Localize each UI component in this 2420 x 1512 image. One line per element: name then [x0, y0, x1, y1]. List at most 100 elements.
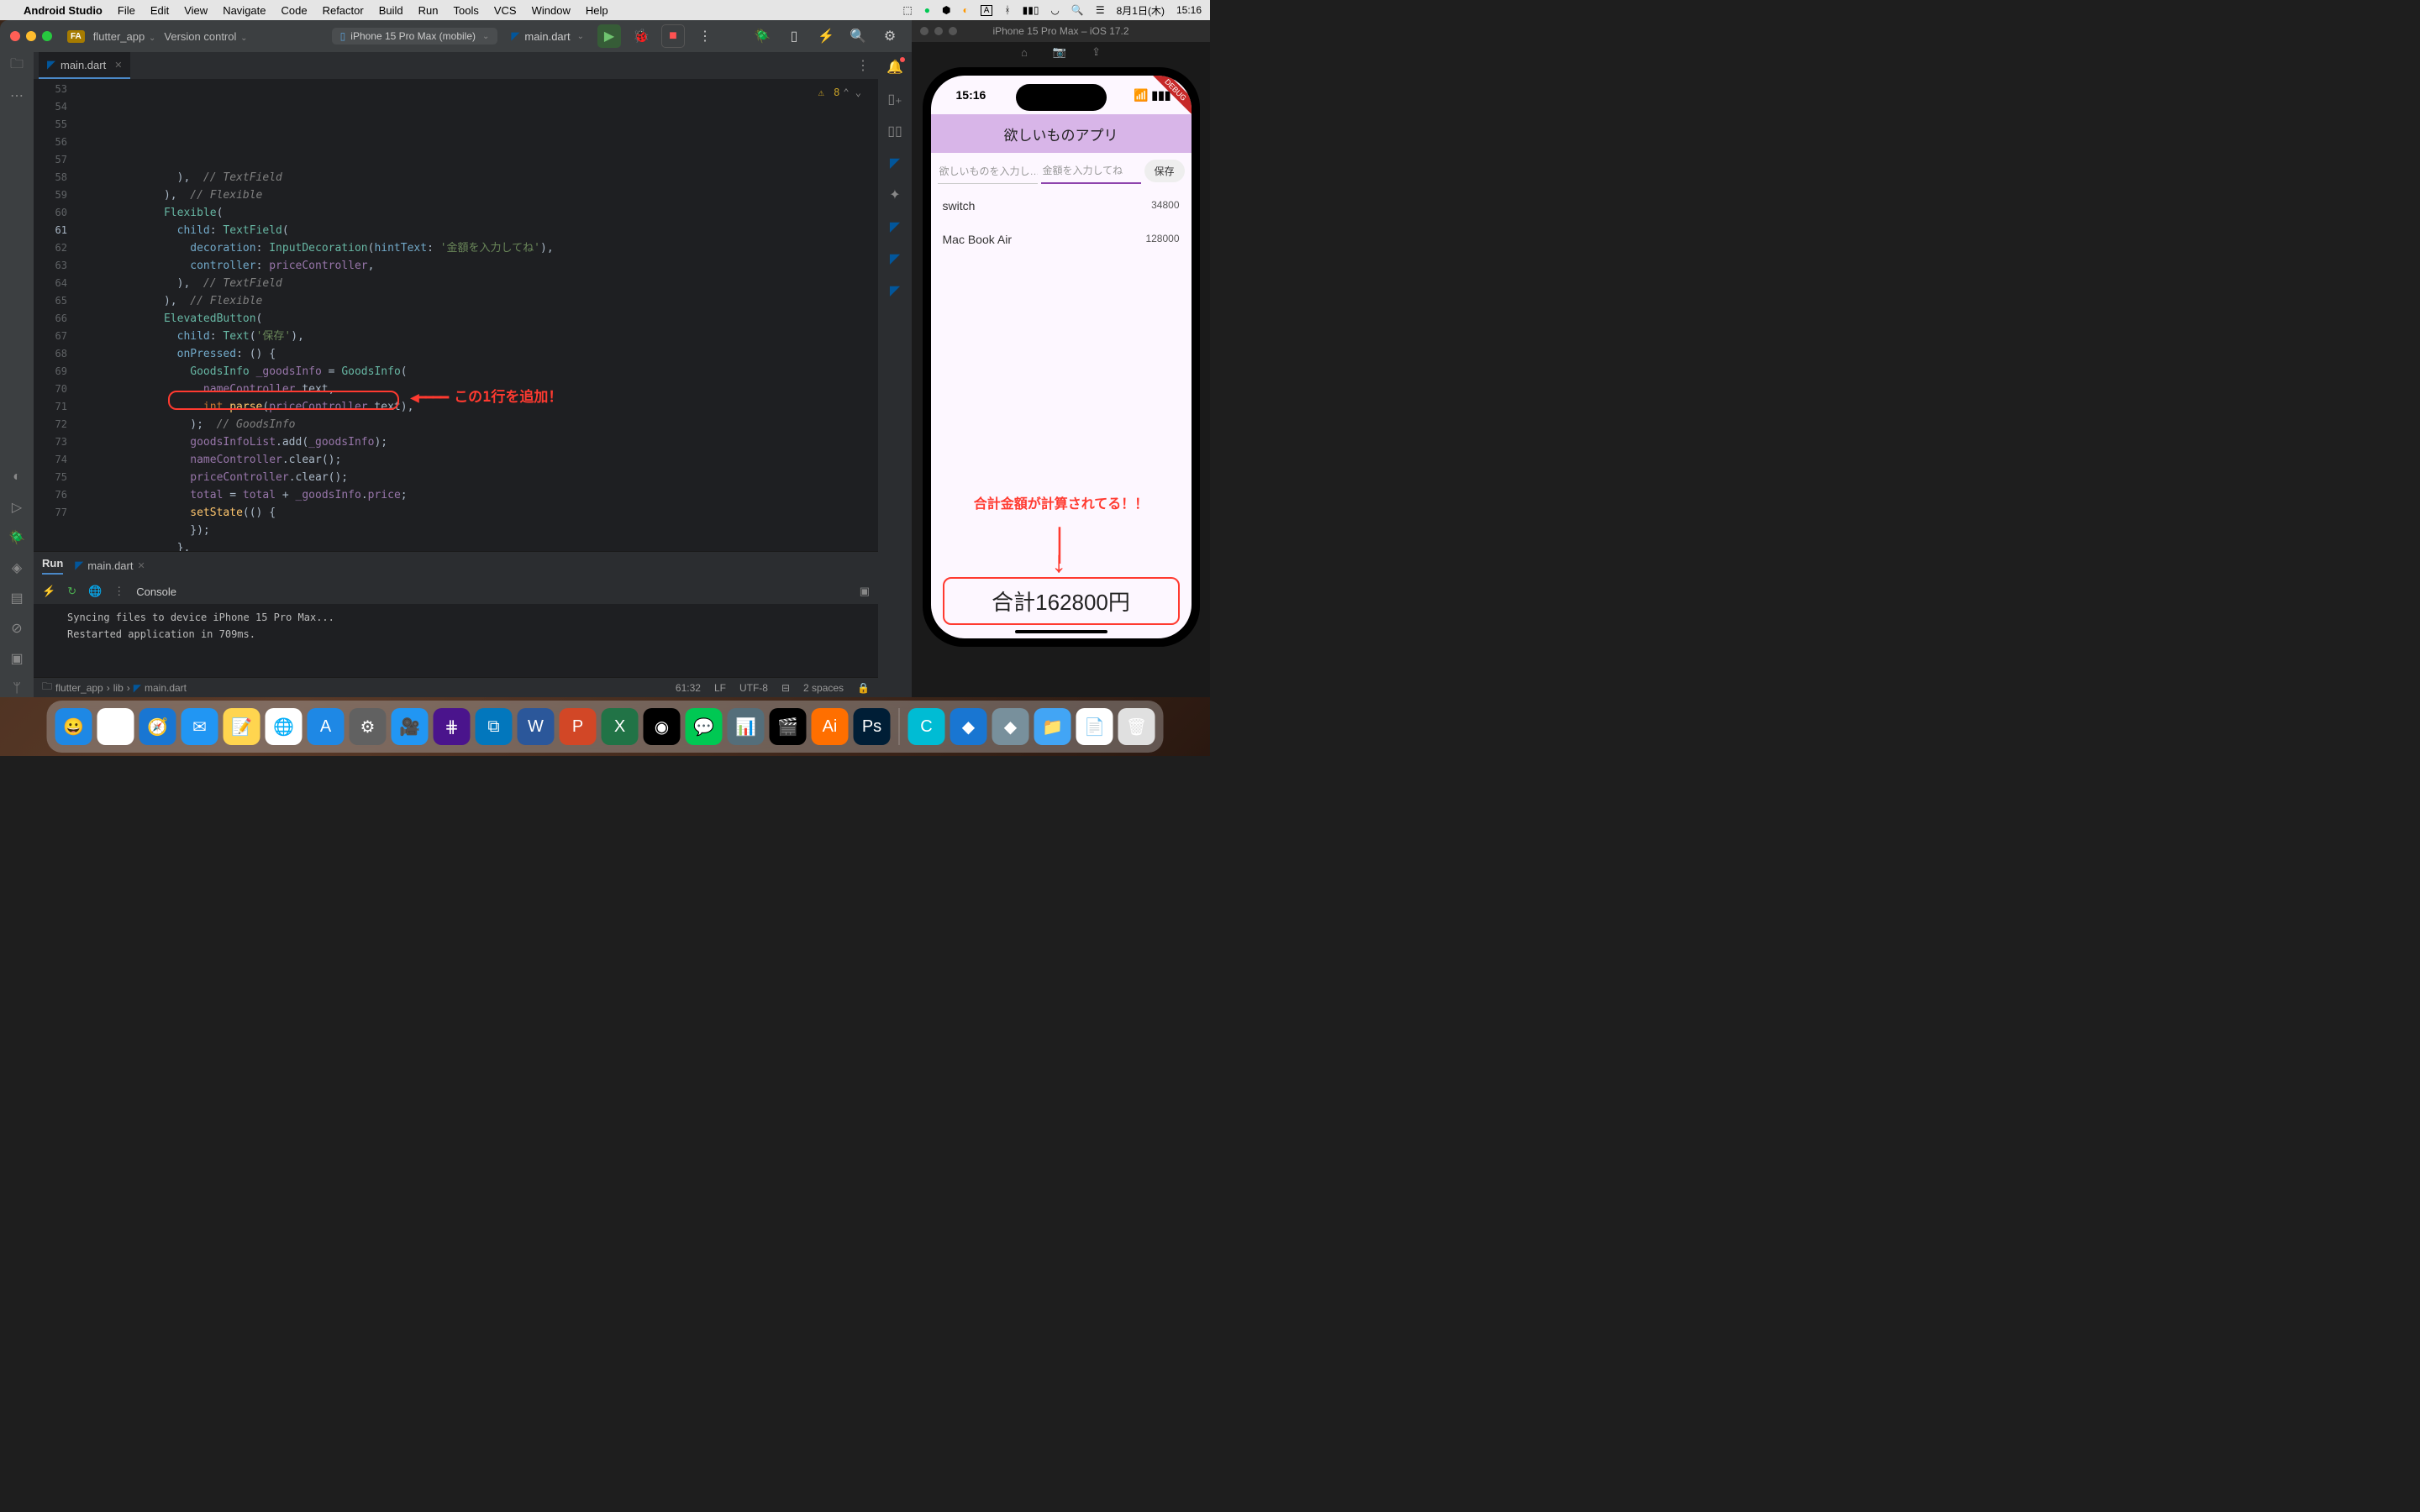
close-tab-icon[interactable]: ✕	[114, 60, 122, 71]
breadcrumbs[interactable]: 🗀flutter_app› lib› ◤main.dart	[42, 679, 187, 696]
flutter-devtools-icon[interactable]: ◤	[890, 282, 900, 299]
dock-app[interactable]: 📊	[728, 708, 765, 745]
more-tool-icon[interactable]: ⋯	[8, 87, 25, 104]
dock-app[interactable]: W	[518, 708, 555, 745]
flutter-outline-icon[interactable]: ◤	[890, 155, 900, 171]
running-devices-icon[interactable]: ▯▯	[887, 123, 902, 139]
dock-app[interactable]: ▦	[97, 708, 134, 745]
dock-app[interactable]: X	[602, 708, 639, 745]
run-tab[interactable]: Run	[42, 557, 63, 575]
name-input[interactable]: 欲しいものを入力し…	[938, 159, 1038, 184]
dock-app[interactable]: ⋕	[434, 708, 471, 745]
battery-icon[interactable]: ▮▮▯	[1023, 4, 1039, 16]
dock-app[interactable]: 📁	[1034, 708, 1071, 745]
menu-refactor[interactable]: Refactor	[323, 4, 364, 17]
menu-code[interactable]: Code	[281, 4, 308, 17]
run-file-chip[interactable]: ◤ main.dart ✕	[75, 559, 145, 572]
input-icon[interactable]: A	[981, 5, 993, 16]
menu-edit[interactable]: Edit	[150, 4, 169, 17]
flutter-perf-icon[interactable]: ◤	[890, 250, 900, 267]
encoding[interactable]: UTF-8	[739, 682, 768, 694]
project-tool-icon[interactable]: 🗀	[8, 57, 25, 74]
dock-app[interactable]: ⧉	[476, 708, 513, 745]
dock-app[interactable]: ⚙	[350, 708, 387, 745]
device-manager-icon[interactable]: ▯₊	[887, 91, 902, 108]
vcs-icon[interactable]: ᛘ	[8, 680, 25, 697]
commit-icon[interactable]: ◐	[8, 469, 25, 486]
save-button[interactable]: 保存	[1144, 160, 1185, 182]
dock-app[interactable]: Ps	[854, 708, 891, 745]
dock-app[interactable]: 🧭	[139, 708, 176, 745]
line-sep[interactable]: LF	[714, 682, 726, 694]
menu-navigate[interactable]: Navigate	[223, 4, 266, 17]
dock-app[interactable]: 🌐	[266, 708, 302, 745]
dock-app[interactable]: P	[560, 708, 597, 745]
device-manager-icon[interactable]: ▯	[782, 24, 806, 48]
flash-icon[interactable]: ⚡	[814, 24, 838, 48]
tray-icon[interactable]: ◐	[962, 4, 968, 16]
tray-icon[interactable]: ●	[924, 4, 930, 16]
minimize-window[interactable]	[26, 31, 36, 41]
console-output[interactable]: Syncing files to device iPhone 15 Pro Ma…	[34, 604, 878, 677]
dock-app[interactable]: 💬	[686, 708, 723, 745]
menu-build[interactable]: Build	[379, 4, 403, 17]
code-editor[interactable]: 5354555657585960616263646566676869707172…	[34, 79, 878, 551]
dock-app[interactable]: 🗑	[1118, 708, 1155, 745]
menu-file[interactable]: File	[118, 4, 135, 17]
indent[interactable]: 2 spaces	[803, 682, 844, 694]
project-selector[interactable]: flutter_app ⌄	[93, 30, 156, 43]
dock-app[interactable]: 😀	[55, 708, 92, 745]
bluetooth-icon[interactable]: ᚼ	[1004, 4, 1010, 16]
vcs-selector[interactable]: Version control ⌄	[164, 30, 247, 43]
dock-app[interactable]: 🎬	[770, 708, 807, 745]
app-menu[interactable]: Android Studio	[24, 4, 103, 17]
dock-app[interactable]: ◆	[950, 708, 987, 745]
tray-icon[interactable]: ⬚	[902, 4, 912, 16]
sim-zoom[interactable]	[949, 27, 957, 35]
globe-icon[interactable]: 🌐	[88, 585, 102, 598]
device-selector[interactable]: ▯ iPhone 15 Pro Max (mobile) ⌄	[332, 28, 498, 45]
menu-help[interactable]: Help	[586, 4, 608, 17]
tray-icon[interactable]: ⬢	[942, 4, 950, 16]
dock-app[interactable]: 🎥	[392, 708, 429, 745]
sim-close[interactable]	[920, 27, 929, 35]
time[interactable]: 15:16	[1176, 4, 1202, 16]
structure-icon[interactable]: ◈	[8, 559, 25, 576]
attach-debugger-icon[interactable]: 🪲	[750, 24, 774, 48]
menu-run[interactable]: Run	[418, 4, 439, 17]
dock-app[interactable]: C	[908, 708, 945, 745]
dock-app[interactable]: 📄	[1076, 708, 1113, 745]
layout-icon[interactable]: ▣	[860, 585, 870, 598]
hot-reload-icon[interactable]: ⚡	[42, 585, 55, 598]
dock-app[interactable]: ◆	[992, 708, 1029, 745]
dock-app[interactable]: 📝	[224, 708, 260, 745]
home-icon[interactable]: ⌂	[1021, 46, 1028, 59]
warning-badge[interactable]: ⚠ 8 ⌃ ⌄	[818, 84, 861, 102]
notifications-icon[interactable]: 🔔	[886, 59, 903, 76]
sim-minimize[interactable]	[934, 27, 943, 35]
flutter-inspector-icon[interactable]: ◤	[890, 218, 900, 235]
search-icon[interactable]: 🔍	[1071, 4, 1084, 16]
dock-app[interactable]: Ai	[812, 708, 849, 745]
readonly-icon[interactable]: ⊟	[781, 682, 790, 694]
dock-app[interactable]: A	[308, 708, 345, 745]
bookmarks-icon[interactable]: ▤	[8, 590, 25, 606]
menu-window[interactable]: Window	[532, 4, 571, 17]
run-config-selector[interactable]: ◤ main.dart ⌄	[506, 29, 589, 43]
screenshot-icon[interactable]: 📷	[1053, 45, 1066, 59]
stop-button[interactable]: ■	[661, 24, 685, 48]
hot-restart-icon[interactable]: ↻	[67, 585, 76, 598]
debug-button[interactable]: 🐞	[629, 24, 653, 48]
more-button[interactable]: ⋮	[693, 24, 717, 48]
lock-icon[interactable]: 🔒	[857, 682, 870, 694]
price-input[interactable]: 金額を入力してね	[1041, 158, 1141, 184]
control-center-icon[interactable]: ☰	[1096, 4, 1105, 16]
menu-vcs[interactable]: VCS	[494, 4, 517, 17]
zoom-window[interactable]	[42, 31, 52, 41]
date[interactable]: 8月1日(木)	[1117, 3, 1165, 18]
close-window[interactable]	[10, 31, 20, 41]
wifi-icon[interactable]: ◡	[1050, 4, 1059, 16]
debug-tool-icon[interactable]: 🪲	[8, 529, 25, 546]
search-icon[interactable]: 🔍	[846, 24, 870, 48]
run-button[interactable]: ▶	[597, 24, 621, 48]
